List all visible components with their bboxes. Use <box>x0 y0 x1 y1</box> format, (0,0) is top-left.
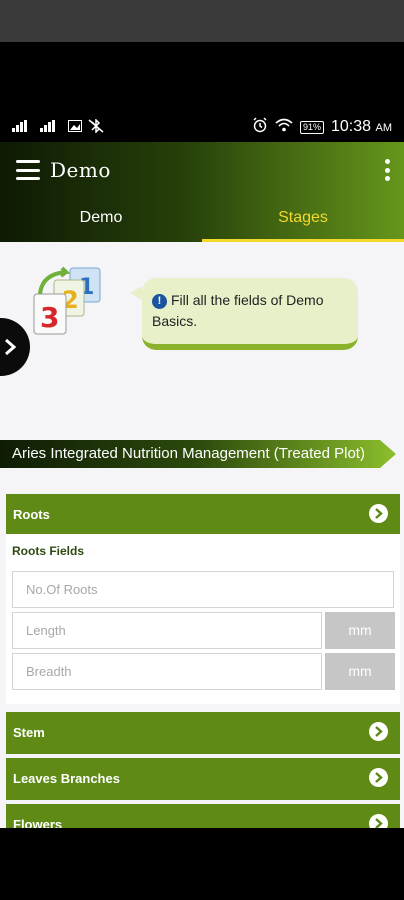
no-of-roots-input[interactable] <box>12 571 394 608</box>
breadth-input[interactable] <box>12 653 322 690</box>
app-bar: Demo Demo Stages <box>0 142 404 242</box>
status-bar: 91% 10:38 AM <box>0 112 404 142</box>
section-leaves-branches[interactable]: Leaves Branches <box>6 758 400 800</box>
roots-fields-title: Roots Fields <box>12 544 85 558</box>
breadth-unit: mm <box>325 653 395 690</box>
tab-stages[interactable]: Stages <box>202 196 404 242</box>
chevron-right-icon <box>369 768 388 787</box>
section-stem[interactable]: Stem <box>6 712 400 754</box>
section-roots[interactable]: Roots <box>6 494 400 534</box>
chevron-right-icon <box>369 814 388 828</box>
chevron-right-icon <box>5 338 16 356</box>
clock-ampm: AM <box>375 122 393 134</box>
info-message-bubble: ! Fill all the fields of Demo Basics. <box>130 278 358 350</box>
app-title: Demo <box>50 158 111 182</box>
more-options-icon[interactable] <box>384 159 390 181</box>
section-stem-label: Stem <box>13 725 45 740</box>
signal-icon <box>12 119 34 135</box>
intro-panel: 1 2 3 ! Fill all the fields of Demo Basic… <box>0 242 404 422</box>
signal-icon-2 <box>40 119 62 135</box>
status-left-icons <box>12 117 104 136</box>
info-icon: ! <box>152 294 167 309</box>
app-screen: Demo Demo Stages 1 2 3 ! Fill all the fie… <box>0 142 404 828</box>
section-roots-label: Roots <box>13 507 50 522</box>
length-unit: mm <box>325 612 395 649</box>
section-leaves-branches-label: Leaves Branches <box>13 771 120 786</box>
image-icon <box>68 119 82 135</box>
clock: 10:38 AM <box>331 118 392 136</box>
chevron-right-icon <box>369 504 388 523</box>
length-input[interactable] <box>12 612 322 649</box>
alarm-icon <box>252 117 268 137</box>
tab-demo[interactable]: Demo <box>0 196 202 242</box>
drawer-toggle-button[interactable] <box>0 318 30 376</box>
status-right-icons: 91% 10:38 AM <box>252 117 392 137</box>
form-title-banner: Aries Integrated Nutrition Management (T… <box>0 440 396 468</box>
chevron-right-icon <box>369 722 388 741</box>
menu-icon[interactable] <box>16 160 40 180</box>
svg-text:3: 3 <box>40 301 59 334</box>
roots-fields-panel: Roots Fields mm mm <box>6 534 400 704</box>
bluetooth-off-icon <box>88 117 104 136</box>
tab-bar: Demo Stages <box>0 196 404 242</box>
wifi-icon <box>275 118 293 136</box>
clock-time: 10:38 <box>331 118 372 135</box>
system-top-bar <box>0 0 404 42</box>
info-message-text: Fill all the fields of Demo Basics. <box>152 292 324 329</box>
section-flowers-label: Flowers <box>13 817 63 828</box>
stages-123-icon: 1 2 3 <box>28 264 108 344</box>
battery-indicator: 91% <box>299 120 324 134</box>
section-flowers[interactable]: Flowers <box>6 804 400 828</box>
